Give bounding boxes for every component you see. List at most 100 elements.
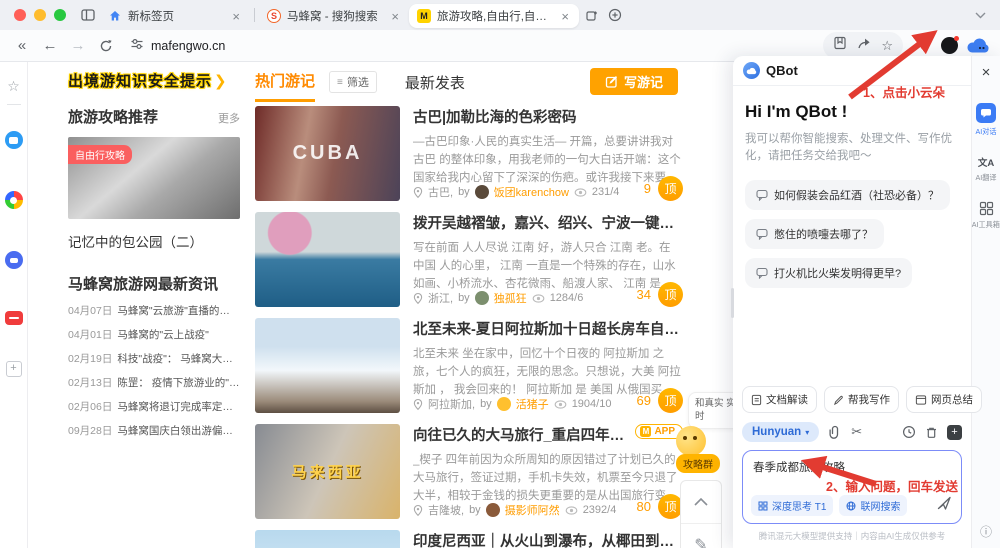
new-tab-button[interactable] <box>603 3 627 27</box>
menu-icon[interactable]: ≡ <box>913 34 937 58</box>
article-location[interactable]: 吉隆坡, <box>428 502 464 518</box>
article-location[interactable]: 阿拉斯加, <box>428 396 475 412</box>
model-selector[interactable]: Hunyuan▾ <box>742 422 819 442</box>
safety-banner[interactable]: 出境游知识安全提示❯ <box>68 70 228 91</box>
article-thumbnail[interactable] <box>255 530 400 548</box>
screenshot-scissors-icon[interactable]: ✂ <box>851 424 862 440</box>
red-app-icon[interactable] <box>5 311 23 325</box>
help-write-button[interactable]: 帮我写作 <box>824 386 899 413</box>
news-item[interactable]: 04月01日马蜂窝的"云上战疫" <box>68 327 240 342</box>
article-location[interactable]: 古巴, <box>428 184 453 200</box>
doc-analyze-button[interactable]: 文档解读 <box>742 386 817 413</box>
attachment-icon[interactable] <box>828 425 842 439</box>
tab-new-page[interactable]: 新标签页 × <box>100 4 250 28</box>
reload-button[interactable] <box>94 34 118 58</box>
web-search-toggle[interactable]: 联网搜索 <box>839 495 907 516</box>
write-pencil-button[interactable]: ✎ <box>681 523 721 548</box>
tab-close-icon[interactable]: × <box>389 10 401 23</box>
tab-sogou-search[interactable]: S 马蜂窝 - 搜狗搜索 × <box>259 4 409 28</box>
author-name[interactable]: 活猪子 <box>516 396 549 412</box>
tab-mafengwo-active[interactable]: M 旅游攻略,自由行,自助游攻略,旅... × <box>409 4 579 28</box>
qbot-greeting: Hi I'm QBot ! <box>745 102 959 122</box>
article-location[interactable]: 浙江, <box>428 290 453 306</box>
article-thumbnail[interactable] <box>255 318 400 413</box>
sidebar-toggle-icon[interactable] <box>76 3 100 27</box>
colorful-app-icon[interactable] <box>5 191 23 209</box>
qbot-cloud-button[interactable] <box>966 37 990 54</box>
rail-ai-translate[interactable]: 文A AI翻译 <box>975 155 997 183</box>
close-window-button[interactable] <box>14 9 26 21</box>
collapse-sidebar-button[interactable]: « <box>10 34 34 58</box>
close-panel-icon[interactable]: × <box>982 64 991 81</box>
recommend-title: 旅游攻略推荐 <box>68 106 158 127</box>
author-avatar[interactable] <box>475 291 489 305</box>
author-avatar[interactable] <box>475 185 489 199</box>
tab-list-chevron-icon[interactable] <box>968 3 992 27</box>
suggestion-chip[interactable]: 憋住的喷嚏去哪了？ <box>745 219 884 249</box>
info-icon[interactable]: ⓘ <box>980 523 992 540</box>
strategy-group-badge[interactable]: 攻略群 <box>676 454 720 473</box>
chat-app-icon[interactable] <box>5 131 23 149</box>
top-vote-button[interactable]: 顶 <box>658 388 683 413</box>
article-thumbnail[interactable] <box>255 212 400 307</box>
minimize-window-button[interactable] <box>34 9 46 21</box>
bear-app-icon[interactable] <box>5 251 23 269</box>
left-column: 旅游攻略推荐 更多 自由行攻略 记忆中的包公园（二） 马蜂窝旅游网最新资讯 04… <box>68 106 240 438</box>
tab-latest-posts[interactable]: 最新发表 <box>405 72 465 93</box>
recommend-caption[interactable]: 记忆中的包公园（二） <box>68 231 240 251</box>
bookmark-star-icon[interactable]: ☆ <box>881 38 893 54</box>
more-link[interactable]: 更多 <box>218 110 240 126</box>
recommend-image[interactable]: 自由行攻略 <box>68 137 240 219</box>
article-title[interactable]: 古巴|加勒比海的色彩密码 <box>413 106 683 127</box>
author-name[interactable]: 摄影师阿然 <box>505 502 560 518</box>
suggestion-chip[interactable]: 打火机比火柴发明得更早? <box>745 258 912 288</box>
back-button[interactable]: ← <box>38 34 62 58</box>
article-thumbnail[interactable]: 马来西亚 <box>255 424 400 519</box>
author-avatar[interactable] <box>486 503 500 517</box>
article-thumbnail[interactable]: CUBA <box>255 106 400 201</box>
reading-list-icon[interactable] <box>833 36 847 55</box>
rail-ai-toolbox[interactable]: AI工具箱 <box>971 201 1000 230</box>
send-button[interactable] <box>936 495 952 516</box>
top-vote-button[interactable]: 顶 <box>658 282 683 307</box>
new-window-tab-icon[interactable] <box>579 3 603 27</box>
author-avatar[interactable] <box>497 397 511 411</box>
suggestion-chip[interactable]: 如何假装会品红酒（社恐必备）？ <box>745 180 950 210</box>
top-vote-button[interactable]: 顶 <box>658 176 683 201</box>
news-item[interactable]: 02月13日陈罡： 疫情下旅游业的"守恒与求变" <box>68 375 240 390</box>
news-item[interactable]: 09月28日马蜂窝国庆白领出游偏好调查： 超7... <box>68 423 240 438</box>
profile-avatar[interactable] <box>941 37 958 54</box>
webpage-summary-button[interactable]: 网页总结 <box>906 386 982 413</box>
new-chat-icon[interactable]: + <box>947 425 962 440</box>
favorites-star-icon[interactable]: ☆ <box>5 76 23 96</box>
news-item[interactable]: 04月07日马蜂窝"云旅游"直播的攻与守 <box>68 303 240 318</box>
filter-button[interactable]: ≡筛选 <box>329 71 377 93</box>
tab-close-icon[interactable]: × <box>559 10 571 23</box>
news-item[interactable]: 02月06日马蜂窝将退订完成率定为最高KPI <box>68 399 240 414</box>
trash-icon[interactable] <box>925 426 938 439</box>
news-item[interactable]: 02月19日科技"战疫"： 马蜂窝大数据赋能旅游业 <box>68 351 240 366</box>
chat-bubble-icon <box>756 228 768 240</box>
rail-ai-chat[interactable]: AI对话 <box>975 103 997 137</box>
chat-input-text: 春季成都旅游攻略 <box>753 459 845 475</box>
deep-think-toggle[interactable]: 深度思考 T1 <box>751 495 833 516</box>
zoom-window-button[interactable] <box>54 9 66 21</box>
history-clock-icon[interactable] <box>902 425 916 439</box>
article-title[interactable]: 北至未来-夏日阿拉斯加十日超长房车自驾游 <box>413 318 683 339</box>
write-post-button[interactable]: 写游记 <box>590 68 678 95</box>
article-title[interactable]: 印度尼西亚｜从火山到瀑布，从椰田到大洋，用上... <box>413 530 683 548</box>
add-app-button[interactable]: + <box>6 361 22 377</box>
bee-mascot-icon[interactable] <box>676 426 706 456</box>
tab-close-icon[interactable]: × <box>230 10 242 23</box>
article-title[interactable]: MAPP向往已久的大马旅行_重启四年之前大马之约 <box>413 424 683 445</box>
site-settings-icon[interactable] <box>130 37 144 54</box>
article-list: CUBA 古巴|加勒比海的色彩密码 —古巴印象·人民的真实生活— 开篇，总要讲讲… <box>255 106 683 548</box>
address-bar[interactable]: mafengwo.cn <box>130 37 819 54</box>
author-name[interactable]: 饭团karenchow <box>494 184 569 200</box>
author-name[interactable]: 独孤狂 <box>494 290 527 306</box>
share-icon[interactable] <box>857 36 871 55</box>
tab-hot-posts[interactable]: 热门游记 <box>255 70 315 102</box>
back-to-top-button[interactable] <box>681 481 721 523</box>
article-title[interactable]: 拨开吴越褶皱，嘉兴、绍兴、宁波一键三连|没人能... <box>413 212 683 233</box>
forward-button[interactable]: → <box>66 34 90 58</box>
